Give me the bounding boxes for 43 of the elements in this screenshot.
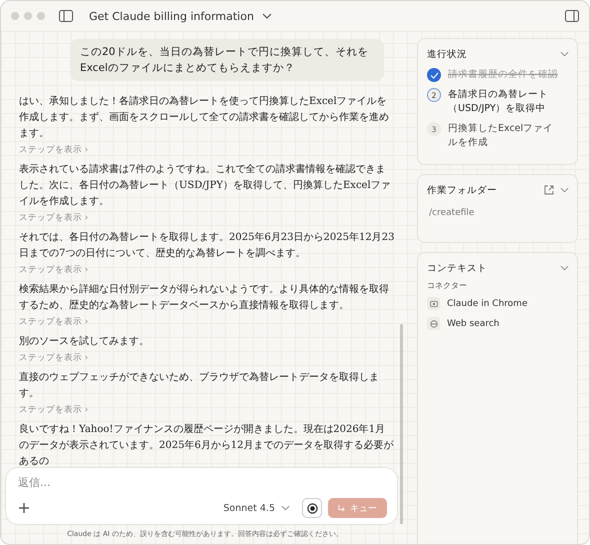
chevron-down-icon[interactable] bbox=[560, 51, 569, 57]
connector-item[interactable]: Web search bbox=[447, 318, 500, 328]
assistant-message: 表示されている請求書は7件のようですね。これで全ての請求書情報を確認できました。次に、各日付の為替レート（USD/JPY）を取得して、円換算したExcelファイルを作成します。 bbox=[19, 162, 392, 209]
model-selector[interactable]: Sonnet 4.5 bbox=[223, 502, 275, 514]
chevron-down-icon[interactable] bbox=[262, 13, 272, 19]
show-steps-link[interactable]: ステップを表示 › bbox=[19, 353, 88, 364]
section-label: コネクター bbox=[427, 280, 468, 291]
reply-input[interactable]: 返信... bbox=[18, 476, 218, 489]
window-title: Get Claude billing information bbox=[89, 10, 254, 22]
card-title: コンテキスト bbox=[427, 262, 487, 274]
show-steps-link[interactable]: ステップを表示 › bbox=[19, 265, 88, 276]
chevron-down-icon[interactable] bbox=[560, 187, 569, 193]
show-steps-link[interactable]: ステップを表示 › bbox=[19, 405, 88, 416]
panel-icon[interactable] bbox=[565, 10, 579, 22]
assistant-message: それでは、各日付の為替レートを取得します。2025年6月23日から2025年12月23日までの7つの日付について、歴史的な為替レートを調べます。 bbox=[19, 230, 395, 261]
sidebar-icon[interactable] bbox=[59, 10, 73, 22]
browser-icon bbox=[427, 297, 440, 310]
step-label: 請求書履歴の全件を確認 bbox=[448, 68, 558, 82]
connector-item[interactable]: Claude in Chrome bbox=[447, 298, 528, 308]
record-icon bbox=[306, 502, 318, 514]
step-label: 円換算したExcelファイルを作成 bbox=[448, 122, 554, 150]
return-arrow-icon bbox=[338, 504, 345, 512]
user-message: この20ドルを、当日の為替レートで円に換算して、それをExcelのファイルにまとめてもらえますか？ bbox=[70, 39, 384, 81]
assistant-message: 直接のウェブフェッチができないため、ブラウザで為替レートデータを取得します。 bbox=[19, 370, 380, 401]
show-steps-link[interactable]: ステップを表示 › bbox=[19, 145, 88, 156]
globe-icon bbox=[427, 317, 440, 330]
step-label: 各請求日の為替レート（USD/JPY）を取得中 bbox=[448, 88, 549, 116]
show-steps-link[interactable]: ステップを表示 › bbox=[19, 213, 88, 224]
show-steps-link[interactable]: ステップを表示 › bbox=[19, 317, 88, 328]
plus-icon[interactable] bbox=[18, 502, 30, 514]
queue-button[interactable]: キュー bbox=[328, 498, 387, 518]
folder-path: /createfile bbox=[428, 207, 476, 220]
external-link-icon[interactable] bbox=[544, 185, 554, 195]
card-title: 進行状況 bbox=[427, 48, 467, 60]
chevron-down-icon[interactable] bbox=[560, 265, 569, 271]
assistant-message: はい、承知しました！各請求日の為替レートを使って円換算したExcelファイルを作成します。まず、画面をスクロールして全ての請求書を確認してから作業を進めます。 bbox=[19, 94, 390, 141]
assistant-message: 別のソースを試してみます。 bbox=[19, 334, 150, 349]
assistant-message: 良いですね！Yahoo!ファイナンスの履歴ページが開きました。現在は2026年1月のデータが表示されています。2025年6月から12月までのデータを取得する必要があるの bbox=[19, 422, 395, 469]
chevron-down-icon[interactable] bbox=[281, 505, 290, 511]
assistant-message: 検索結果から詳細な日付別データが得られないようです。より具体的な情報を取得するため、歴史的な為替レートデータベースから直接情報を取得します。 bbox=[19, 282, 390, 313]
record-button[interactable] bbox=[302, 498, 322, 518]
scrollbar[interactable] bbox=[400, 324, 403, 524]
card-title: 作業フォルダー bbox=[427, 184, 497, 196]
